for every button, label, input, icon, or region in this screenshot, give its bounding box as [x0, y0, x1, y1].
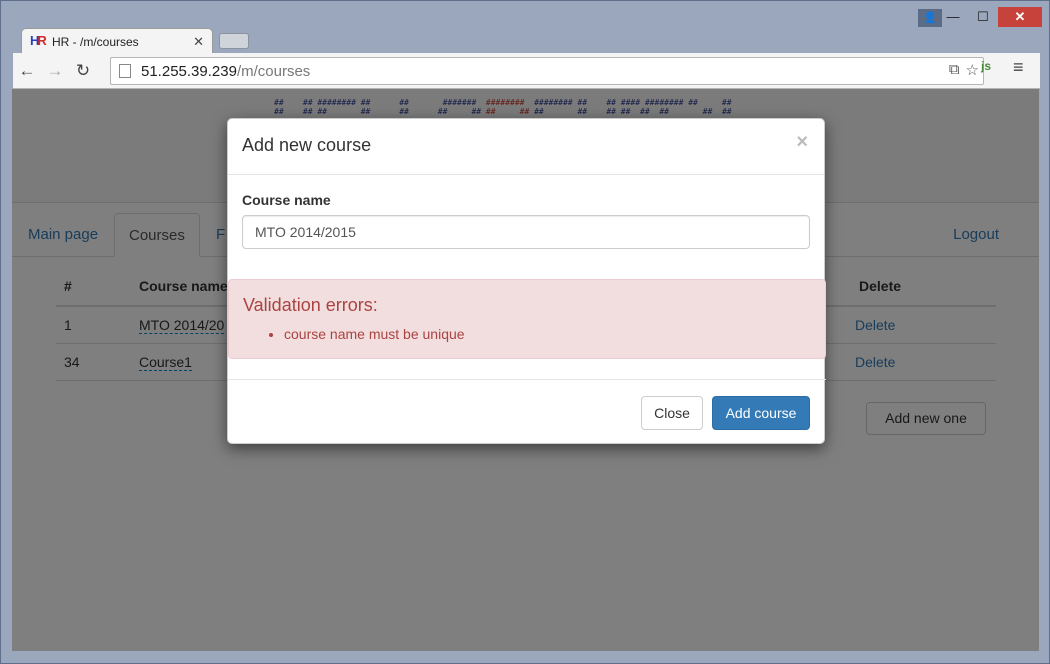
add-course-modal: Add new course × Course name Validation …: [227, 118, 826, 445]
modal-header: Add new course ×: [228, 119, 824, 175]
url-path: /m/courses: [236, 62, 311, 80]
extension-js-icon[interactable]: js: [981, 59, 991, 73]
error-list: course name must be unique: [243, 326, 465, 342]
window-close-button[interactable]: ✕: [998, 7, 1042, 27]
window-controls: 👤 — ☐ ✕: [918, 7, 1042, 27]
tab-title: HR - /m/courses: [52, 34, 139, 49]
course-name-input[interactable]: [242, 215, 810, 249]
browser-toolbar: ← → ↻ 51.255.39.239/m/courses ⧉ ☆ js ≡: [13, 53, 1040, 89]
user-icon[interactable]: 👤: [918, 9, 942, 27]
address-bar[interactable]: 51.255.39.239/m/courses ⧉ ☆: [110, 57, 984, 85]
favicon-icon: HR: [30, 32, 47, 48]
back-icon[interactable]: ←: [13, 57, 41, 85]
alert-title: Validation errors:: [243, 295, 378, 315]
course-name-label: Course name: [242, 192, 331, 208]
minimize-button[interactable]: —: [938, 7, 968, 27]
browser-tab[interactable]: HR HR - /m/courses ✕: [21, 28, 213, 54]
translate-icon[interactable]: ⧉: [949, 61, 960, 79]
error-item: course name must be unique: [284, 326, 465, 342]
maximize-button[interactable]: ☐: [968, 7, 998, 27]
modal-close-icon[interactable]: ×: [796, 131, 808, 154]
tab-close-icon[interactable]: ✕: [193, 34, 204, 50]
forward-icon[interactable]: →: [41, 57, 69, 85]
modal-footer: Close Add course: [228, 379, 826, 445]
new-tab-button[interactable]: [219, 33, 249, 49]
validation-alert: Validation errors: course name must be u…: [228, 279, 826, 359]
close-button[interactable]: Close: [641, 396, 703, 430]
modal-title: Add new course: [242, 135, 372, 155]
url-host: 51.255.39.239: [141, 62, 237, 80]
bookmark-star-icon[interactable]: ☆: [966, 61, 979, 79]
page-icon: [119, 64, 131, 78]
reload-icon[interactable]: ↻: [69, 57, 97, 85]
menu-icon[interactable]: ≡: [1013, 57, 1024, 78]
add-course-button[interactable]: Add course: [712, 396, 810, 430]
